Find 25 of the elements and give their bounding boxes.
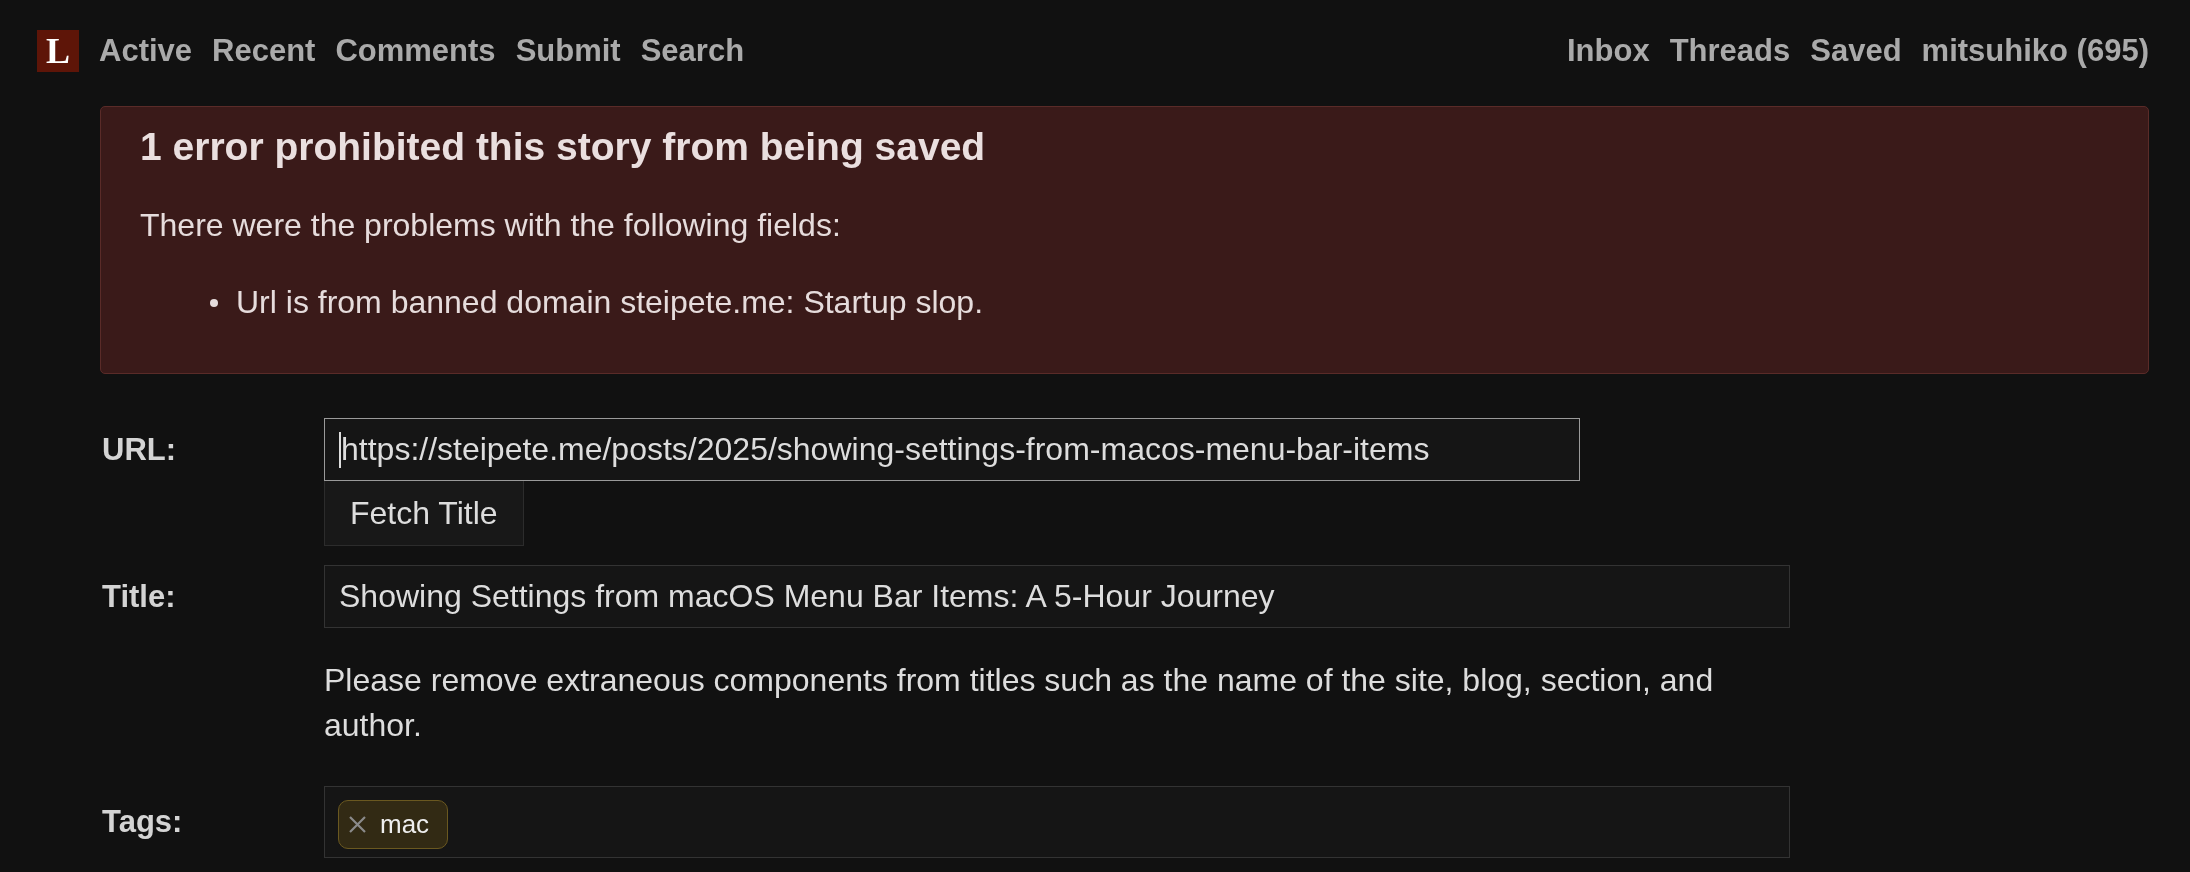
tags-field[interactable]: mac bbox=[324, 786, 1790, 858]
url-field[interactable]: https://steipete.me/posts/2025/showing-settings-from-macos-menu-bar-items bbox=[324, 418, 1580, 481]
text-cursor-icon bbox=[339, 431, 341, 468]
nav-link[interactable]: Active bbox=[99, 33, 193, 69]
bullet-icon bbox=[210, 298, 218, 307]
close-icon[interactable] bbox=[349, 816, 366, 833]
site-logo[interactable]: L bbox=[37, 30, 79, 72]
field-label: Title: bbox=[102, 578, 176, 615]
error-intro: There were the problems with the following fields: bbox=[140, 207, 842, 244]
nav-link[interactable]: Threads bbox=[1669, 33, 1791, 69]
nav-link[interactable]: Search bbox=[640, 33, 745, 69]
text-field[interactable]: Showing Settings from macOS Menu Bar Items: A 5-Hour Journey bbox=[324, 565, 1790, 628]
field-label: URL: bbox=[102, 431, 177, 468]
fetch-title-button[interactable]: Fetch Title bbox=[324, 481, 524, 546]
nav-link[interactable]: Comments bbox=[335, 33, 496, 69]
nav-link[interactable]: Submit bbox=[515, 33, 621, 69]
field-hint: Please remove extraneous components from titles such as the name of the site, blog, section, and author. bbox=[324, 661, 1715, 745]
error-message: Url is from banned domain steipete.me: Startup slop. bbox=[236, 284, 984, 321]
nav-link[interactable]: Recent bbox=[212, 33, 316, 69]
tag-chip[interactable]: mac bbox=[338, 800, 449, 849]
field-label: Tags: bbox=[102, 804, 183, 840]
nav-link[interactable]: mitsuhiko (695) bbox=[1921, 33, 2149, 69]
error-heading: 1 error prohibited this story from being saved bbox=[140, 125, 987, 169]
nav-link[interactable]: Saved bbox=[1810, 33, 1902, 69]
nav-link[interactable]: Inbox bbox=[1567, 33, 1650, 69]
